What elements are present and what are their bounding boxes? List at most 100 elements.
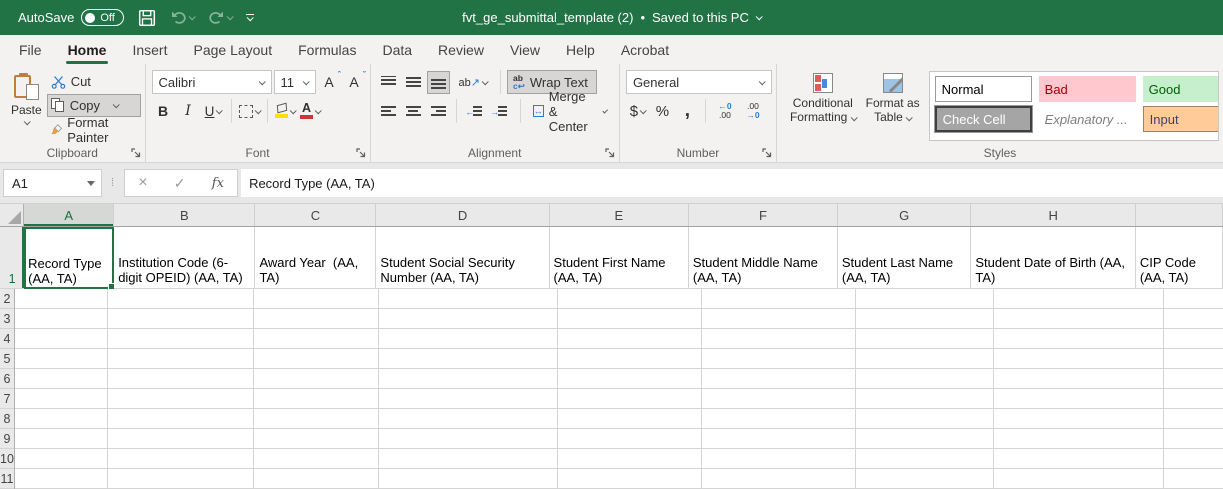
column-header-e[interactable]: E [550,204,689,226]
align-right-button[interactable] [427,100,450,123]
save-button[interactable] [138,9,156,27]
align-center-button[interactable] [402,100,425,123]
paste-button[interactable]: Paste [6,70,47,143]
number-dialog-launcher-icon[interactable] [762,148,772,158]
top-align-button[interactable] [377,71,400,94]
increase-indent-button[interactable]: → [487,100,510,123]
row-header-6[interactable]: 6 [0,369,14,389]
middle-align-button[interactable] [402,71,425,94]
column-b-cells[interactable] [108,289,254,489]
underline-button[interactable]: U [202,100,225,123]
orientation-chevron-down-icon[interactable] [482,78,489,85]
enter-icon[interactable]: ✓ [174,175,186,192]
tab-formulas[interactable]: Formulas [285,35,369,64]
column-header-g[interactable]: G [838,204,972,226]
alignment-dialog-launcher-icon[interactable] [605,148,615,158]
column-header-f[interactable]: F [689,204,838,226]
merge-center-button[interactable]: ↔ Merge & Center [527,99,615,123]
undo-button[interactable] [170,10,194,25]
column-c-cells[interactable] [254,289,379,489]
cell-e1[interactable]: Student First Name (AA, TA) [550,227,689,289]
style-input[interactable]: Input [1143,106,1219,132]
formula-bar-drag-handle[interactable]: ⁞ [111,177,115,189]
cut-button[interactable]: Cut [47,70,141,93]
style-bad[interactable]: Bad [1039,76,1136,102]
style-check-cell[interactable]: Check Cell [935,106,1032,132]
row-header-2[interactable]: 2 [0,289,14,309]
font-name-combo[interactable]: Calibri [152,70,272,94]
conditional-formatting-chevron-down-icon[interactable] [850,114,857,121]
empty-cells[interactable] [15,289,1223,489]
merge-center-chevron-down-icon[interactable] [602,107,608,113]
font-color-chevron-down-icon[interactable] [315,107,322,114]
percent-style-button[interactable]: % [651,100,674,123]
column-d-cells[interactable] [379,289,558,489]
column-header-c[interactable]: C [255,204,376,226]
autosave-toggle[interactable]: Off [81,9,123,26]
name-box-dropdown-icon[interactable] [87,181,95,186]
copy-chevron-down-icon[interactable] [113,101,120,108]
row-header-5[interactable]: 5 [0,349,14,369]
column-f-cells[interactable] [702,289,856,489]
font-color-button[interactable]: A [299,100,322,123]
tab-view[interactable]: View [497,35,553,64]
style-normal[interactable]: Normal [935,76,1032,102]
cell-b1[interactable]: Institution Code (6-digit OPEID) (AA, TA… [114,227,255,289]
paste-chevron-down-icon[interactable] [24,118,31,125]
decrease-font-size-button[interactable]: Aˇ [343,71,366,94]
borders-chevron-down-icon[interactable] [254,107,261,114]
fill-color-chevron-down-icon[interactable] [290,107,297,114]
cell-d1[interactable]: Student Social Security Number (AA, TA) [376,227,549,289]
column-header-h[interactable]: H [971,204,1135,226]
cell-g1[interactable]: Student Last Name (AA, TA) [838,227,972,289]
column-h-cells[interactable] [994,289,1164,489]
row-header-3[interactable]: 3 [0,309,14,329]
font-size-combo[interactable]: 11 [274,70,316,94]
bottom-align-button[interactable] [427,71,450,94]
increase-font-size-button[interactable]: Aˆ [318,71,341,94]
tab-acrobat[interactable]: Acrobat [608,35,682,64]
column-e-cells[interactable] [558,289,702,489]
cell-c1[interactable]: Award Year (AA, TA) [255,227,376,289]
clipboard-dialog-launcher-icon[interactable] [131,148,141,158]
cell-h1[interactable]: Student Date of Birth (AA, TA) [971,227,1135,289]
tab-review[interactable]: Review [425,35,497,64]
insert-function-icon[interactable]: fx [212,176,224,191]
cell-i1[interactable]: CIP Code (AA, TA) [1136,227,1223,289]
autosave-control[interactable]: AutoSave Off [18,9,124,26]
tab-help[interactable]: Help [553,35,608,64]
format-as-table-button[interactable]: Format as Table [861,70,925,143]
column-header-a[interactable]: A [24,204,114,226]
column-header-i[interactable] [1136,204,1223,226]
tab-page-layout[interactable]: Page Layout [180,35,285,64]
cell-a1-selected[interactable]: Record Type (AA, TA) [24,227,114,289]
column-g-cells[interactable] [856,289,994,489]
row-header-10[interactable]: 10 [0,449,14,469]
name-box[interactable]: A1 [3,169,102,197]
align-left-button[interactable] [377,100,400,123]
customize-quick-access-toolbar-icon[interactable] [246,14,254,22]
decrease-decimal-button[interactable]: .00 →0 [740,102,766,120]
row-header-8[interactable]: 8 [0,409,14,429]
style-good[interactable]: Good [1143,76,1219,102]
format-painter-button[interactable]: Format Painter [47,118,141,141]
tab-insert[interactable]: Insert [119,35,180,64]
accounting-format-button[interactable]: $ [626,100,649,123]
redo-button[interactable] [208,10,232,25]
decrease-indent-button[interactable]: ← [462,100,485,123]
formula-input[interactable]: Record Type (AA, TA) [241,169,1223,197]
conditional-formatting-button[interactable]: Conditional Formatting [785,70,861,143]
column-i-cells[interactable] [1164,289,1223,489]
title-chevron-down-icon[interactable] [755,13,762,20]
style-explanatory[interactable]: Explanatory ... [1039,106,1136,132]
font-dialog-launcher-icon[interactable] [356,148,366,158]
column-header-b[interactable]: B [114,204,255,226]
italic-button[interactable]: I [177,100,200,123]
fill-color-button[interactable] [274,100,297,123]
row-header-11[interactable]: 11 [0,469,14,489]
cell-f1[interactable]: Student Middle Name (AA, TA) [689,227,838,289]
tab-file[interactable]: File [6,35,55,64]
row-header-7[interactable]: 7 [0,389,14,409]
bold-button[interactable]: B [152,100,175,123]
borders-button[interactable] [238,100,261,123]
